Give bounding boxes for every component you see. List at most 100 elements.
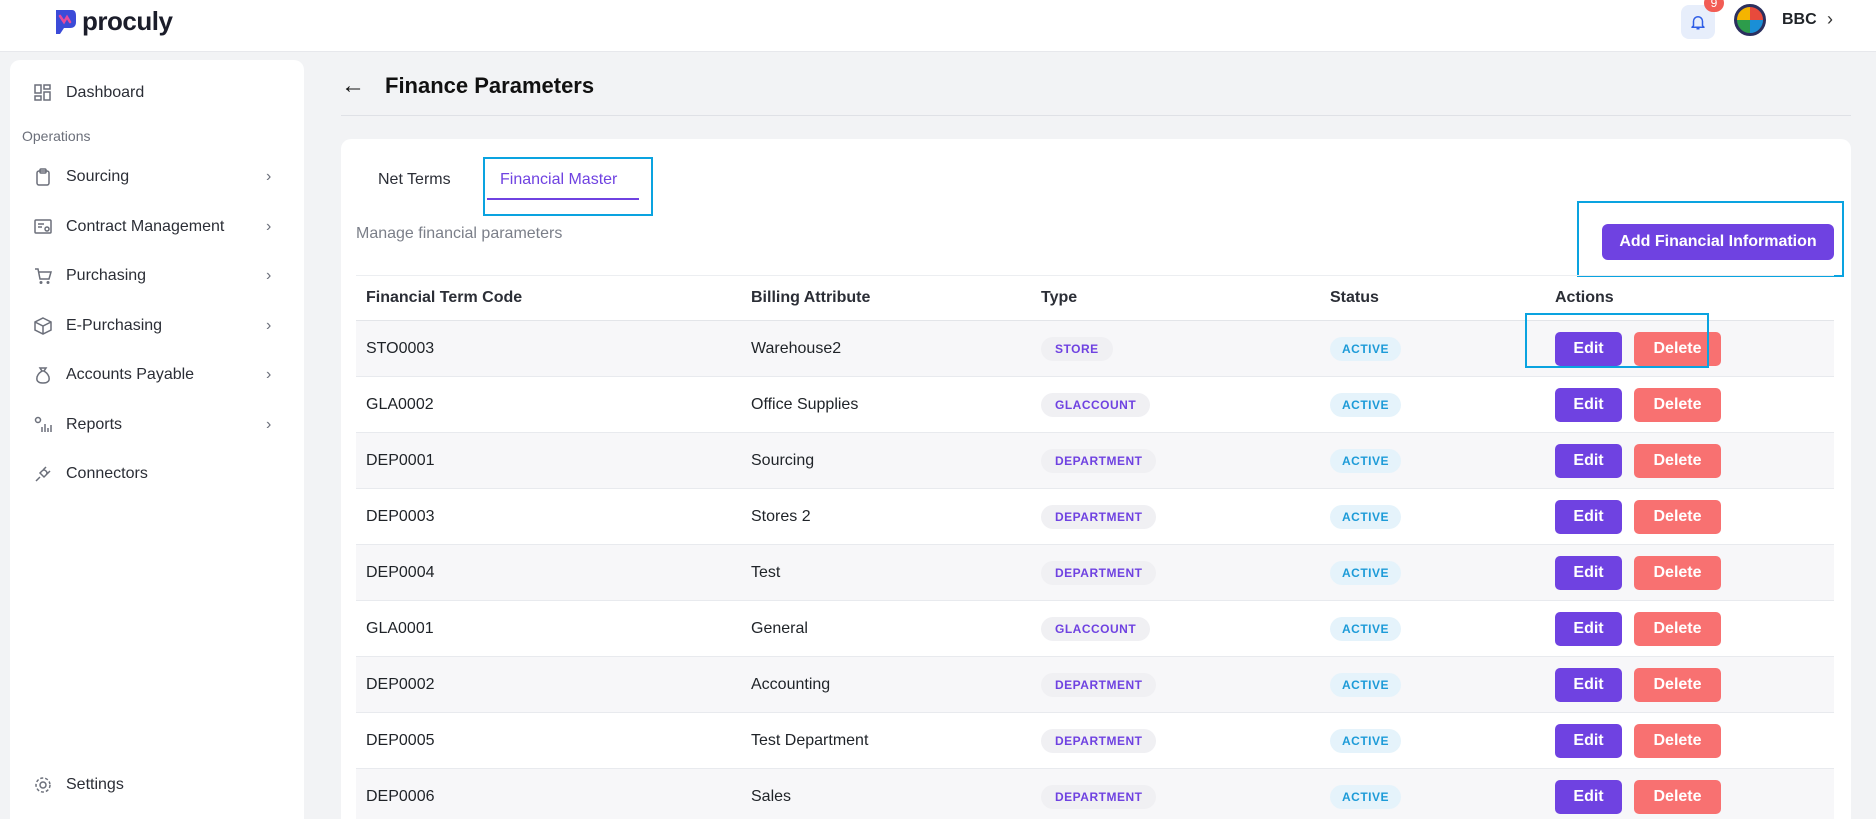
status-cell: ACTIVE (1320, 320, 1545, 377)
billing-attribute: Warehouse2 (741, 320, 1031, 377)
edit-button[interactable]: Edit (1555, 779, 1622, 814)
column-header-type[interactable]: Type (1031, 275, 1320, 321)
financial-term-code: DEP0003 (356, 488, 741, 545)
type-badge: DEPARTMENT (1041, 448, 1157, 473)
billing-attribute: Sales (741, 768, 1031, 819)
sidebar-item-label: Sourcing (66, 168, 130, 185)
contract-icon (34, 219, 52, 234)
type-cell: DEPARTMENT (1031, 488, 1320, 545)
financial-term-code: DEP0001 (356, 432, 741, 489)
brand-name: proculy (82, 6, 173, 36)
box-icon (34, 317, 52, 335)
edit-button[interactable]: Edit (1555, 611, 1622, 646)
type-cell: GLACCOUNT (1031, 376, 1320, 433)
table-row: GLA0002 Office Supplies GLACCOUNT ACTIVE Edi… (356, 376, 1834, 433)
type-cell: DEPARTMENT (1031, 656, 1320, 713)
column-header-attribute[interactable]: Billing Attribute (741, 275, 1031, 321)
sidebar-item-label: Settings (66, 776, 124, 793)
delete-button[interactable]: Delete (1634, 723, 1721, 758)
type-cell: DEPARTMENT (1031, 432, 1320, 489)
chevron-right-icon: › (266, 317, 272, 334)
table-row: GLA0001 General GLACCOUNT ACTIVE Edit Delete (356, 600, 1834, 657)
table-body: STO0003 Warehouse2 STORE ACTIVE Edit Delete GL… (356, 320, 1834, 819)
user-name[interactable]: BBC (1782, 11, 1817, 29)
edit-button[interactable]: Edit (1555, 499, 1622, 534)
finance-parameters-card: Net Terms Financial Master Manage financ… (341, 139, 1851, 819)
actions-cell: Edit Delete (1545, 656, 1834, 713)
type-badge: GLACCOUNT (1041, 616, 1151, 641)
edit-button[interactable]: Edit (1555, 387, 1622, 422)
edit-button[interactable]: Edit (1555, 555, 1622, 590)
sidebar-item-purchasing[interactable]: Purchasing › (10, 256, 304, 296)
actions-cell: Edit Delete (1545, 376, 1834, 433)
delete-button[interactable]: Delete (1634, 555, 1721, 590)
status-cell: ACTIVE (1320, 768, 1545, 819)
chevron-right-icon[interactable]: › (1827, 9, 1833, 30)
type-badge: DEPARTMENT (1041, 728, 1157, 753)
sidebar-item-dashboard[interactable]: Dashboard (10, 73, 304, 113)
delete-button[interactable]: Delete (1634, 387, 1721, 422)
actions-cell: Edit Delete (1545, 544, 1834, 601)
sidebar-section-operations: Operations (22, 128, 91, 144)
chevron-right-icon: › (266, 267, 272, 284)
column-header-code[interactable]: Financial Term Code (356, 275, 741, 321)
status-cell: ACTIVE (1320, 376, 1545, 433)
actions-cell: Edit Delete (1545, 712, 1834, 769)
delete-button[interactable]: Delete (1634, 611, 1721, 646)
sidebar-item-contract-management[interactable]: Contract Management › (10, 207, 304, 247)
sidebar-item-label: Accounts Payable (66, 366, 195, 383)
type-cell: STORE (1031, 320, 1320, 377)
status-cell: ACTIVE (1320, 656, 1545, 713)
financial-term-code: DEP0005 (356, 712, 741, 769)
sidebar-item-e-purchasing[interactable]: E-Purchasing › (10, 306, 304, 346)
chevron-right-icon: › (266, 218, 272, 235)
type-cell: DEPARTMENT (1031, 768, 1320, 819)
delete-button[interactable]: Delete (1634, 499, 1721, 534)
billing-attribute: Accounting (741, 656, 1031, 713)
delete-button[interactable]: Delete (1634, 779, 1721, 814)
actions-cell: Edit Delete (1545, 432, 1834, 489)
delete-button[interactable]: Delete (1634, 443, 1721, 478)
sidebar-item-reports[interactable]: Reports › (10, 405, 304, 445)
status-cell: ACTIVE (1320, 488, 1545, 545)
type-cell: DEPARTMENT (1031, 712, 1320, 769)
delete-button[interactable]: Delete (1634, 667, 1721, 702)
tab-net-terms[interactable]: Net Terms (378, 171, 451, 189)
actions-cell: Edit Delete (1545, 600, 1834, 657)
table-row: DEP0005 Test Department DEPARTMENT ACTIVE Ed… (356, 712, 1834, 769)
proculy-logo[interactable]: proculy (52, 6, 173, 37)
edit-button[interactable]: Edit (1555, 723, 1622, 758)
billing-attribute: General (741, 600, 1031, 657)
type-cell: GLACCOUNT (1031, 600, 1320, 657)
edit-button[interactable]: Edit (1555, 667, 1622, 702)
plug-icon (35, 466, 51, 482)
sidebar-item-label: Connectors (66, 465, 148, 482)
column-header-status[interactable]: Status (1320, 275, 1545, 321)
proculy-logo-icon (56, 9, 76, 34)
type-badge: DEPARTMENT (1041, 672, 1157, 697)
financial-term-code: GLA0001 (356, 600, 741, 657)
edit-button[interactable]: Edit (1555, 443, 1622, 478)
sidebar-item-sourcing[interactable]: Sourcing › (10, 157, 304, 197)
sidebar-item-accounts-payable[interactable]: Accounts Payable › (10, 355, 304, 395)
avatar[interactable] (1734, 4, 1766, 36)
header-divider (341, 115, 1851, 116)
page-header: ← Finance Parameters (341, 66, 594, 106)
type-badge: DEPARTMENT (1041, 784, 1157, 809)
dashboard-icon (34, 84, 51, 101)
status-badge: ACTIVE (1330, 560, 1402, 585)
sidebar-item-label: E-Purchasing (66, 317, 163, 334)
billing-attribute: Test (741, 544, 1031, 601)
cart-icon (35, 268, 52, 284)
type-badge: STORE (1041, 336, 1113, 361)
status-badge: ACTIVE (1330, 392, 1402, 417)
back-arrow-icon[interactable]: ← (341, 72, 365, 100)
highlight-box-tab (483, 157, 653, 216)
sidebar-item-connectors[interactable]: Connectors (10, 454, 304, 494)
status-cell: ACTIVE (1320, 712, 1545, 769)
chevron-right-icon: › (266, 366, 272, 383)
sidebar-item-settings[interactable]: Settings (10, 765, 304, 805)
actions-cell: Edit Delete (1545, 488, 1834, 545)
type-badge: DEPARTMENT (1041, 560, 1157, 585)
moneybag-icon (36, 367, 50, 384)
